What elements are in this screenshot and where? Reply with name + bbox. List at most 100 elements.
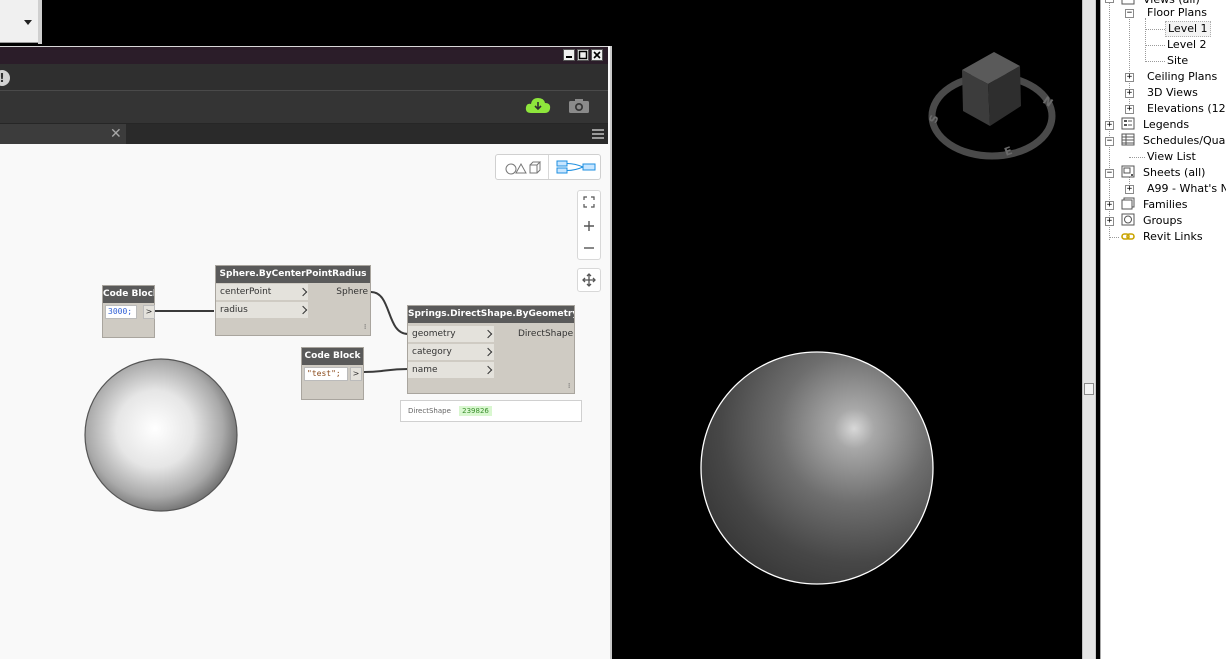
graph-canvas[interactable]: Code Block 3000; > Sphere.ByCenterPointR… — [0, 144, 608, 659]
tree-item-elevations[interactable]: Elevations (12m — [1147, 101, 1226, 117]
schedules-icon — [1121, 133, 1135, 146]
port-chevron-icon — [483, 365, 493, 375]
preview-label: DirectShape — [408, 407, 451, 415]
workspace-tab[interactable]: ✕ — [0, 124, 126, 144]
directshape-by-geometry-node[interactable]: Springs.DirectShape.ByGeometry geometry … — [407, 305, 575, 394]
close-icon — [593, 51, 601, 59]
dynamo-window: ! ✕ — [0, 46, 612, 659]
code-input[interactable]: "test"; — [304, 367, 348, 381]
port-label: radius — [220, 305, 248, 315]
background-preview-sphere — [84, 358, 238, 512]
input-port-name[interactable]: name — [408, 362, 494, 378]
wire-name[interactable] — [363, 368, 409, 373]
tree-expander[interactable]: − — [1105, 169, 1114, 178]
minimize-button[interactable] — [563, 49, 575, 61]
port-label: centerPoint — [220, 287, 272, 297]
families-icon — [1121, 197, 1135, 210]
tree-line — [1145, 29, 1165, 30]
output-port[interactable]: > — [350, 367, 362, 381]
minimize-icon — [566, 56, 572, 58]
project-browser: − Views (all) − Floor Plans Level 1 Leve… — [1100, 0, 1226, 659]
input-port-category[interactable]: category — [408, 344, 494, 360]
tree-line — [1109, 237, 1119, 238]
tree-item-schedules[interactable]: Schedules/Quant — [1143, 133, 1226, 149]
dynamo-menu-bar: ! — [0, 64, 608, 91]
view-scrollbar[interactable] — [1082, 0, 1096, 659]
output-port-directshape[interactable]: DirectShape — [518, 326, 574, 342]
port-chevron-icon — [483, 329, 493, 339]
input-port-centerpoint[interactable]: centerPoint — [216, 284, 308, 300]
tree-item-sheets[interactable]: Sheets (all) — [1143, 165, 1205, 181]
cloud-download-icon[interactable] — [524, 97, 552, 115]
tree-item-families[interactable]: Families — [1143, 197, 1187, 213]
port-label: name — [412, 365, 438, 375]
node-title: Springs.DirectShape.ByGeometry — [408, 306, 574, 323]
tab-close-icon[interactable]: ✕ — [110, 126, 122, 142]
tree-item-sheet-a99[interactable]: A99 - What's Ne — [1147, 181, 1226, 197]
tree-expander[interactable]: − — [1105, 137, 1114, 146]
node-preview-bubble[interactable]: DirectShape 239826 — [400, 400, 582, 422]
input-port-geometry[interactable]: geometry — [408, 326, 494, 342]
node-title: Sphere.ByCenterPointRadius — [216, 266, 370, 283]
input-port-radius[interactable]: radius — [216, 302, 308, 318]
tree-line — [1145, 45, 1165, 46]
scrollbar-thumb[interactable] — [1084, 383, 1094, 395]
wire-geometry[interactable] — [370, 291, 409, 335]
preview-value: 239826 — [459, 406, 492, 416]
views-icon — [1121, 0, 1135, 5]
output-port-sphere[interactable]: Sphere — [332, 284, 370, 300]
notification-icon[interactable]: ! — [0, 70, 10, 86]
tree-line — [1145, 61, 1165, 62]
camera-icon[interactable] — [568, 98, 590, 114]
tree-expander[interactable]: − — [1105, 0, 1114, 3]
revit-links-icon — [1121, 233, 1135, 240]
tree-item-view-list[interactable]: View List — [1147, 149, 1196, 165]
tree-item-site[interactable]: Site — [1167, 53, 1188, 69]
output-port[interactable]: > — [143, 305, 155, 319]
tree-expander[interactable]: + — [1125, 185, 1134, 194]
workspace-tab-bar: ✕ — [0, 124, 608, 144]
port-chevron-icon — [298, 287, 308, 297]
dynamo-title-bar — [0, 46, 608, 66]
tree-item-legends[interactable]: Legends — [1143, 117, 1189, 133]
sphere-by-center-point-radius-node[interactable]: Sphere.ByCenterPointRadius centerPoint r… — [215, 265, 371, 336]
tree-line — [1129, 157, 1145, 158]
hamburger-menu-icon[interactable] — [592, 128, 604, 140]
compass-south-label[interactable]: S — [927, 113, 942, 125]
node-title: Code Block — [302, 348, 363, 365]
tree-expander[interactable]: + — [1105, 201, 1114, 210]
tree-expander[interactable]: + — [1125, 89, 1134, 98]
view-selector-dropdown[interactable] — [0, 0, 39, 43]
tree-expander[interactable]: + — [1125, 73, 1134, 82]
tree-item-ceiling-plans[interactable]: Ceiling Plans — [1147, 69, 1217, 85]
tree-item-revit-links[interactable]: Revit Links — [1143, 229, 1203, 245]
window-edge — [38, 0, 42, 44]
tree-expander[interactable]: + — [1105, 217, 1114, 226]
port-label: category — [412, 347, 452, 357]
tree-expander[interactable]: − — [1125, 9, 1134, 18]
tree-expander[interactable]: + — [1125, 105, 1134, 114]
close-button[interactable] — [591, 49, 603, 61]
code-input[interactable]: 3000; — [105, 305, 137, 319]
code-block-node-1[interactable]: Code Block 3000; > — [102, 285, 155, 338]
viewcube[interactable]: N E S — [922, 48, 1062, 168]
maximize-button[interactable] — [577, 49, 589, 61]
maximize-icon — [578, 50, 588, 60]
groups-icon — [1121, 213, 1135, 226]
tree-item-groups[interactable]: Groups — [1143, 213, 1182, 229]
dropdown-arrow-icon[interactable] — [24, 20, 32, 25]
code-block-node-2[interactable]: Code Block "test"; > — [301, 347, 364, 400]
directshape-sphere[interactable] — [697, 350, 937, 590]
lacing-indicator: ⁞ — [364, 323, 367, 331]
tree-line — [1145, 18, 1146, 62]
revit-3d-view[interactable]: N E S — [612, 0, 1082, 659]
tree-item-floor-plans[interactable]: Floor Plans — [1147, 5, 1207, 21]
tree-item-3d-views[interactable]: 3D Views — [1147, 85, 1198, 101]
tree-expander[interactable]: + — [1105, 121, 1114, 130]
port-chevron-icon — [298, 305, 308, 315]
dynamo-toolbar — [0, 91, 608, 124]
tree-item-level-2[interactable]: Level 2 — [1167, 37, 1207, 53]
lacing-indicator: ⁞ — [568, 382, 571, 390]
tree-item-level-1[interactable]: Level 1 — [1165, 21, 1211, 37]
sheets-icon — [1121, 165, 1135, 178]
